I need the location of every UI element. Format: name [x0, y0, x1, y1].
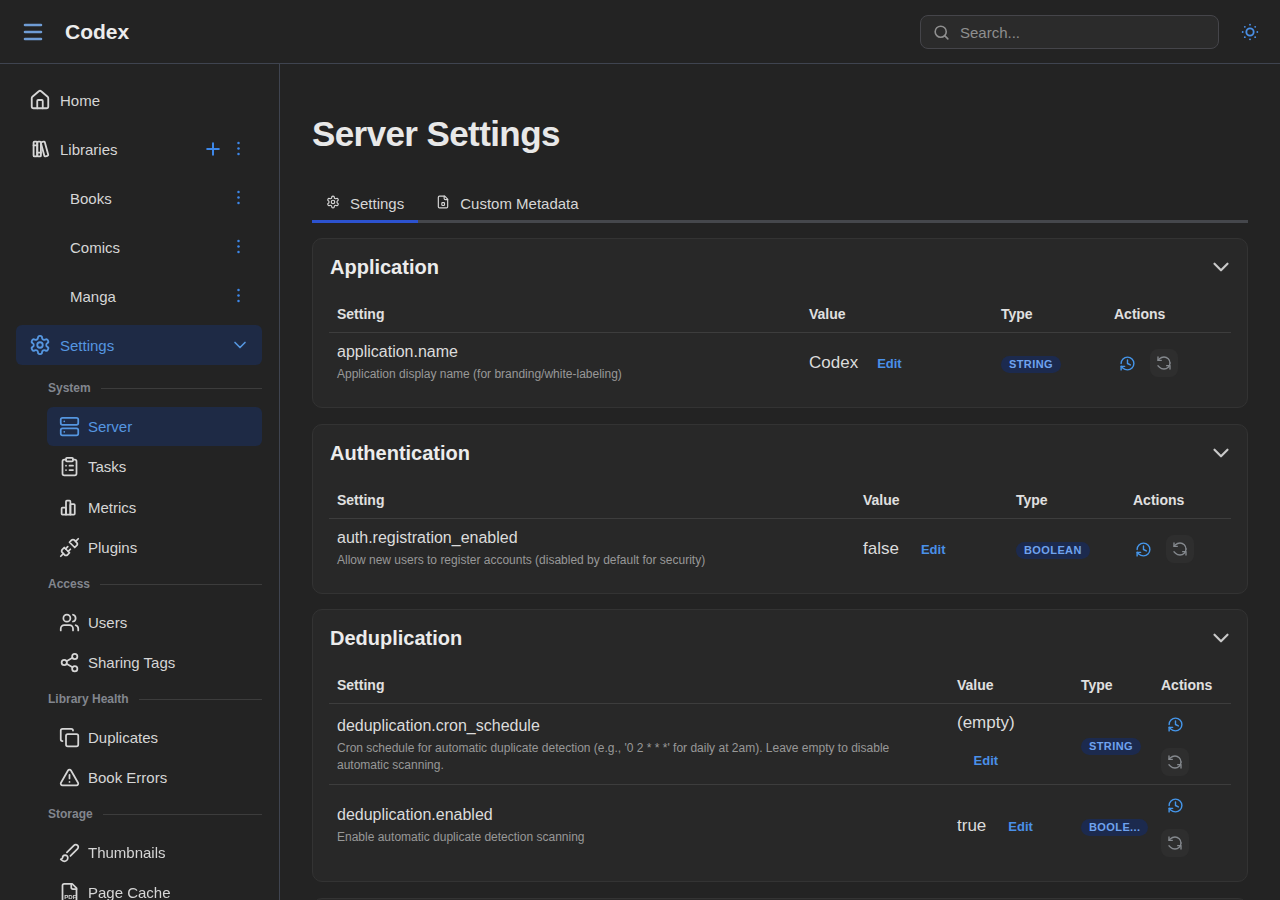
svg-text:PDF: PDF	[64, 893, 76, 900]
